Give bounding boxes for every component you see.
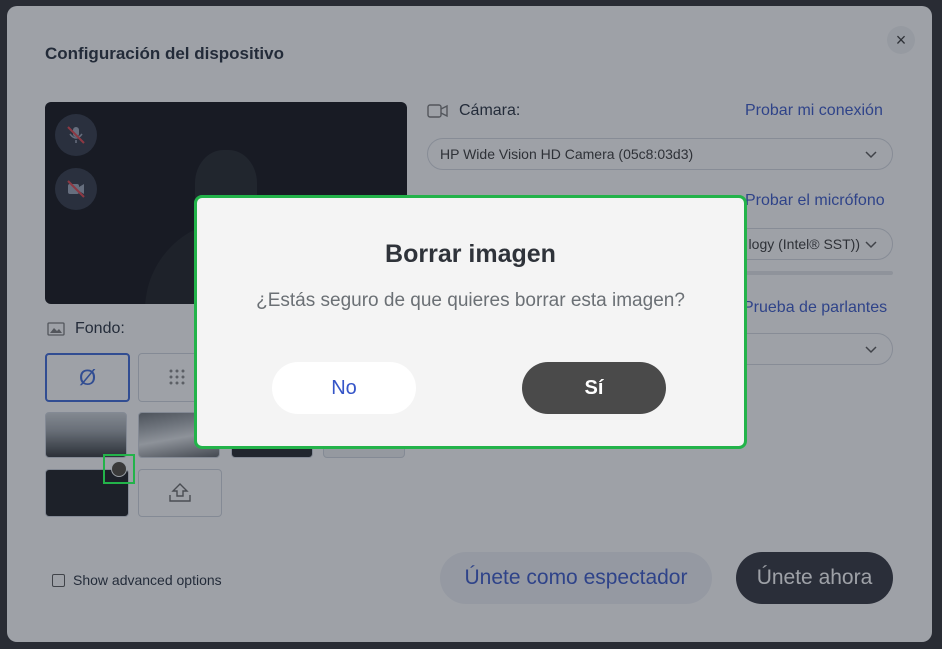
delete-icon — [111, 461, 127, 477]
dialog-yes-button[interactable]: Sí — [522, 362, 666, 414]
dialog-message: ¿Estás seguro de que quieres borrar esta… — [256, 290, 685, 311]
dialog-title: Borrar imagen — [385, 240, 556, 268]
dialog-no-button[interactable]: No — [272, 362, 416, 414]
delete-image-dialog: Borrar imagen ¿Estás seguro de que quier… — [194, 195, 747, 449]
delete-image-button[interactable] — [103, 454, 135, 484]
